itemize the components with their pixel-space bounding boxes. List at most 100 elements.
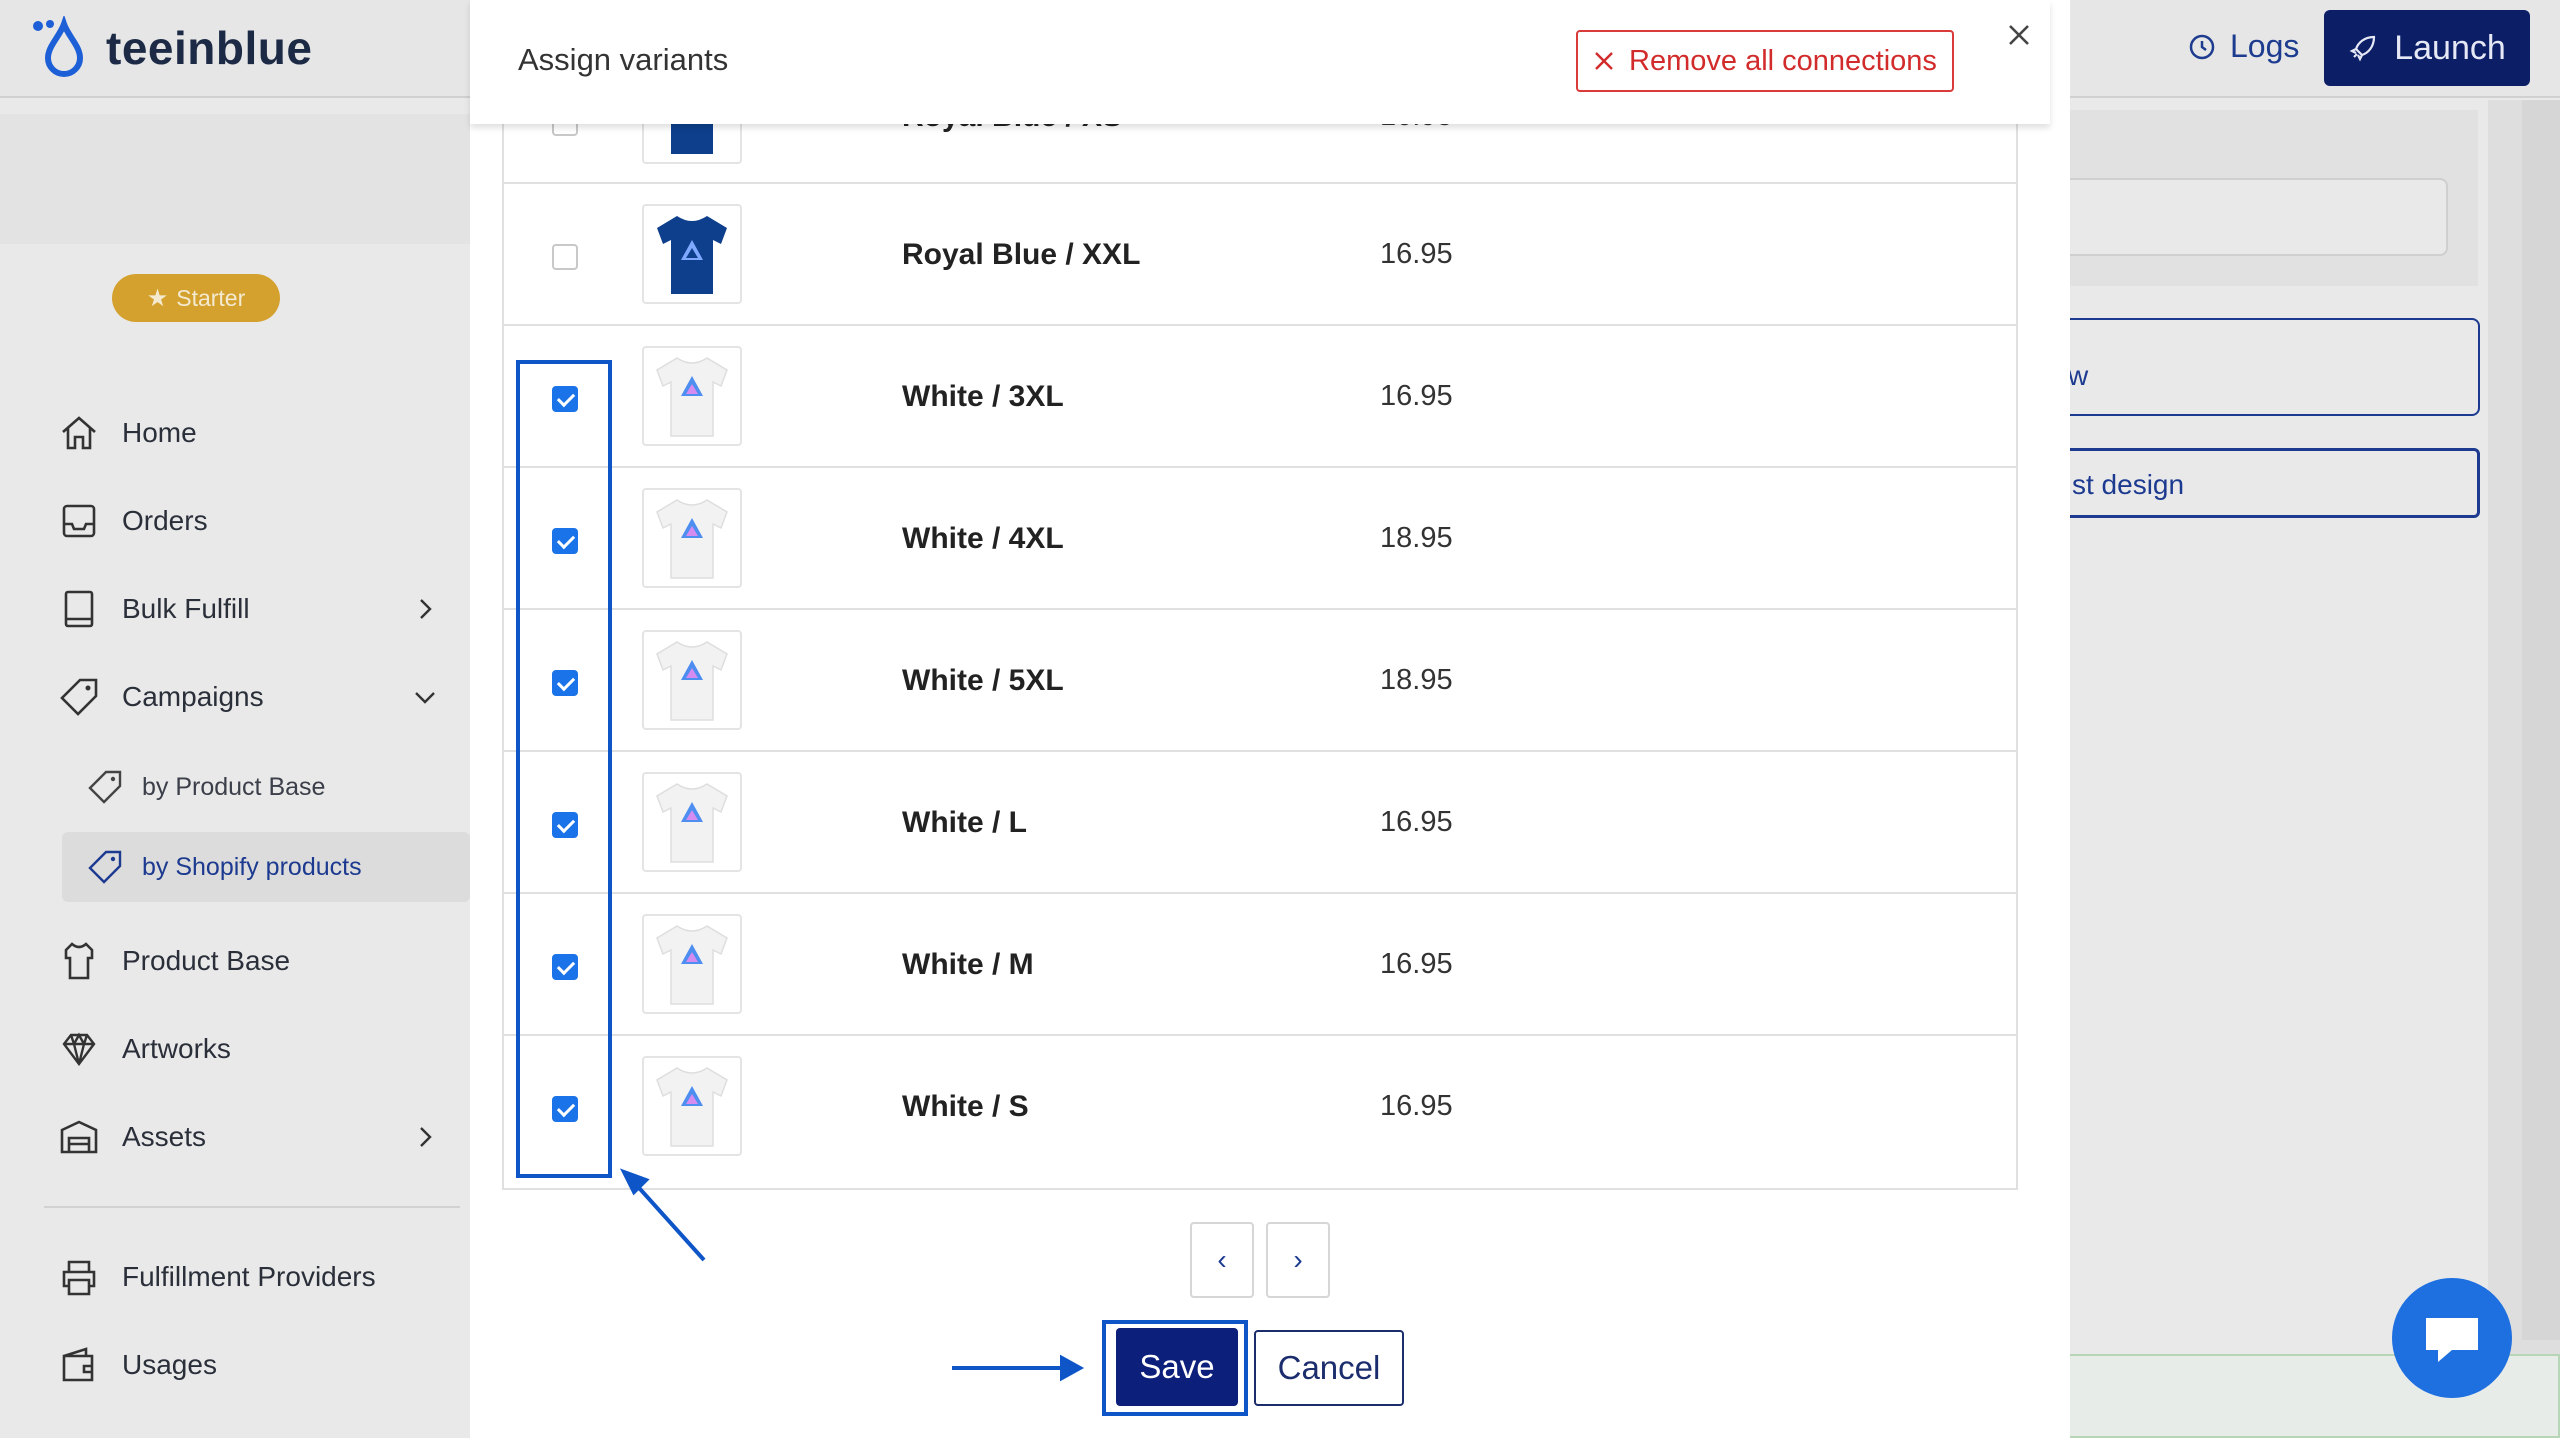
sidebar-subitem-by-product-base[interactable]: by Product Base xyxy=(86,762,325,812)
variant-price: 16.95 xyxy=(1380,238,1453,270)
variant-checkbox[interactable] xyxy=(552,244,578,270)
modal-title: Assign variants xyxy=(518,42,729,77)
table-row[interactable]: White / L 16.95 xyxy=(504,752,2016,894)
sidebar-divider xyxy=(44,1206,460,1208)
sidebar-top-panel xyxy=(0,114,470,244)
tshirt-image xyxy=(656,925,728,1005)
modal-header: Assign variants Remove all connections xyxy=(470,0,2050,124)
variant-name: White / 5XL xyxy=(902,664,1064,697)
book-icon xyxy=(64,590,94,628)
tshirt-image xyxy=(656,1067,728,1147)
sidebar-item-label: Fulfillment Providers xyxy=(122,1261,376,1292)
variant-thumbnail xyxy=(642,1056,742,1156)
checkbox-column-highlight xyxy=(516,360,612,1178)
sidebar-item-assets[interactable]: Assets xyxy=(58,1112,206,1162)
pagination-prev-button[interactable]: ‹ xyxy=(1190,1222,1254,1298)
sidebar-subitem-label: by Shopify products xyxy=(142,852,362,881)
table-row[interactable]: White / 4XL 18.95 xyxy=(504,468,2016,610)
close-icon xyxy=(1595,52,1613,70)
launch-button[interactable]: Launch xyxy=(2324,10,2530,86)
tshirt-image xyxy=(656,357,728,437)
diamond-icon xyxy=(62,1032,96,1066)
sidebar-item-label: Orders xyxy=(122,505,208,536)
assign-variants-modal: Assign variants Remove all connections R… xyxy=(470,0,2070,1438)
table-row[interactable]: White / 5XL 18.95 xyxy=(504,610,2016,752)
table-row[interactable]: White / S 16.95 xyxy=(504,1036,2016,1178)
sidebar-item-label: Artworks xyxy=(122,1033,231,1064)
wallet-icon xyxy=(62,1347,94,1382)
variant-name: White / L xyxy=(902,806,1027,839)
sidebar-item-label: Assets xyxy=(122,1121,207,1152)
variant-name: White / M xyxy=(902,948,1034,981)
chevron-left-icon: ‹ xyxy=(1217,1244,1227,1275)
launch-label: Launch xyxy=(2394,28,2506,67)
variant-thumbnail xyxy=(642,914,742,1014)
table-row[interactable]: Royal Blue / XXL 16.95 xyxy=(504,184,2016,326)
chat-icon xyxy=(2426,1318,2478,1362)
sidebar-subitem-label: by Product Base xyxy=(142,772,326,801)
variant-price: 18.95 xyxy=(1380,522,1453,554)
sidebar-item-bulk-fulfill[interactable]: Bulk Fulfill xyxy=(58,584,250,634)
shirt-icon xyxy=(64,942,94,980)
sidebar-item-label: Home xyxy=(122,417,197,448)
background-button[interactable]: st design xyxy=(2068,448,2480,518)
plan-badge-label: Starter xyxy=(176,284,246,311)
variant-name: White / 4XL xyxy=(902,522,1064,555)
variant-name: White / S xyxy=(902,1090,1029,1123)
variant-price: 16.95 xyxy=(1380,948,1453,980)
variant-name: Royal Blue / XXL xyxy=(902,238,1141,271)
inbox-icon xyxy=(62,504,96,538)
background-input[interactable] xyxy=(2068,178,2448,256)
logs-label: Logs xyxy=(2230,28,2300,64)
remove-all-connections-button[interactable]: Remove all connections xyxy=(1576,30,1954,92)
tag-icon xyxy=(88,850,122,884)
logo-text: teeinblue xyxy=(106,22,313,74)
chevron-down-icon[interactable] xyxy=(412,684,438,710)
background-button-label: st design xyxy=(2072,469,2185,500)
sidebar-item-usages[interactable]: Usages xyxy=(58,1340,217,1390)
sidebar-item-artworks[interactable]: Artworks xyxy=(58,1024,231,1074)
scrollbar-track[interactable] xyxy=(2522,100,2560,1340)
plan-badge: ★ Starter xyxy=(112,274,280,322)
background-button[interactable]: w xyxy=(2068,318,2480,416)
printer-icon xyxy=(62,1260,96,1296)
variant-thumbnail xyxy=(642,346,742,446)
sidebar-item-campaigns[interactable]: Campaigns xyxy=(58,672,264,722)
warehouse-icon xyxy=(60,1120,98,1154)
tshirt-image xyxy=(656,499,728,579)
variant-price: 16.95 xyxy=(1380,1090,1453,1122)
remove-all-label: Remove all connections xyxy=(1629,44,1937,77)
app-logo[interactable]: teeinblue xyxy=(30,16,312,80)
rocket-icon xyxy=(2349,35,2376,62)
close-icon[interactable] xyxy=(2002,18,2036,52)
chevron-right-icon[interactable] xyxy=(412,1124,438,1150)
tag-icon xyxy=(60,678,98,716)
variant-thumbnail xyxy=(642,488,742,588)
tshirt-image xyxy=(656,641,728,721)
logs-link[interactable]: Logs xyxy=(2188,28,2299,65)
history-icon xyxy=(2189,34,2215,59)
cancel-button[interactable]: Cancel xyxy=(1254,1330,1404,1406)
tag-icon xyxy=(88,770,122,804)
home-icon xyxy=(62,416,96,450)
chat-widget-button[interactable] xyxy=(2392,1278,2512,1398)
variant-name: White / 3XL xyxy=(902,380,1064,413)
variant-price: 16.95 xyxy=(1380,380,1453,412)
star-icon: ★ xyxy=(146,284,169,312)
sidebar-item-product-base[interactable]: Product Base xyxy=(58,936,290,986)
sidebar-item-fulfillment-providers[interactable]: Fulfillment Providers xyxy=(58,1252,376,1302)
pagination-next-button[interactable]: › xyxy=(1266,1222,1330,1298)
chevron-right-icon[interactable] xyxy=(412,596,438,622)
table-row[interactable]: White / 3XL 16.95 xyxy=(504,326,2016,468)
tshirt-image xyxy=(656,783,728,863)
sidebar-item-orders[interactable]: Orders xyxy=(58,496,208,546)
table-row[interactable]: White / M 16.95 xyxy=(504,894,2016,1036)
save-button-highlight xyxy=(1102,1320,1248,1416)
sidebar-item-label: Product Base xyxy=(122,945,291,976)
variants-table: Royal Blue / XS 16.95 Royal Blue / XXL 1… xyxy=(502,50,2018,1190)
sidebar-subitem-by-shopify-products[interactable]: by Shopify products xyxy=(86,842,362,892)
sidebar-item-home[interactable]: Home xyxy=(58,408,197,458)
logo-drop-icon xyxy=(33,16,84,77)
variant-thumbnail xyxy=(642,204,742,304)
chevron-right-icon: › xyxy=(1293,1244,1303,1275)
